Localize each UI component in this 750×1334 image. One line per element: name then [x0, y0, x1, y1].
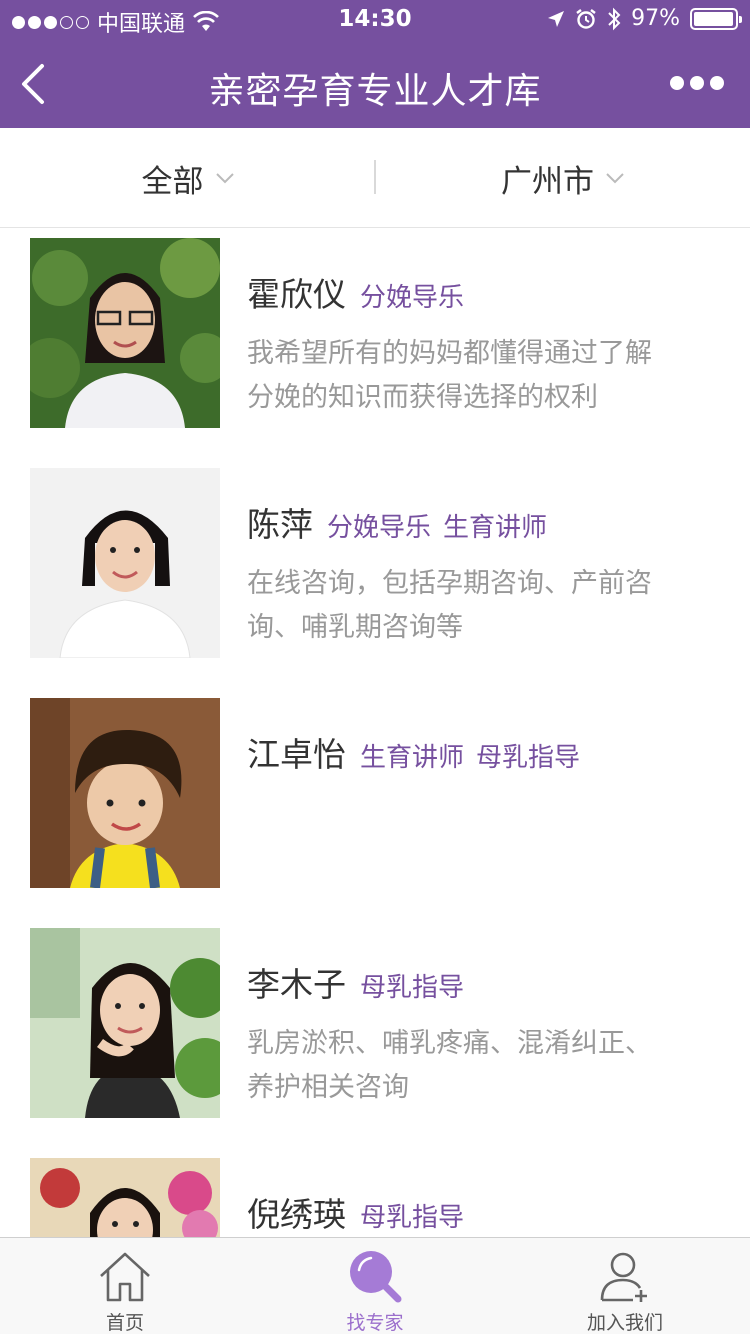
- location-arrow-icon: [548, 10, 565, 27]
- expert-card[interactable]: 江卓怡 生育讲师 母乳指导: [0, 698, 750, 888]
- expert-list: 霍欣仪 分娩导乐 我希望所有的妈妈都懂得通过了解 分娩的知识而获得选择的权利 陈…: [0, 229, 750, 1237]
- battery-icon: [690, 7, 742, 30]
- alarm-icon: [576, 8, 596, 29]
- chevron-down-icon: [215, 173, 234, 184]
- expert-name: 陈萍: [247, 505, 313, 544]
- city-filter-label: 广州市: [501, 163, 594, 200]
- page-title: 亲密孕育专业人才库: [208, 71, 542, 112]
- expert-avatar: [30, 1158, 220, 1237]
- tab-find-expert-label: 找专家: [346, 1312, 404, 1334]
- expert-tag: 母乳指导: [360, 1203, 465, 1233]
- expert-tag: 生育讲师: [443, 513, 548, 543]
- battery-percent: 97%: [631, 6, 680, 31]
- description-line: 询、哺乳期咨询等: [247, 612, 463, 643]
- bluetooth-icon: [608, 7, 621, 30]
- nav-bar: 亲密孕育专业人才库: [0, 40, 750, 128]
- tab-home[interactable]: 首页: [0, 1238, 250, 1334]
- expert-tag: 生育讲师: [360, 743, 465, 773]
- filter-bar: 全部 广州市: [0, 128, 750, 228]
- expert-card[interactable]: 霍欣仪 分娩导乐 我希望所有的妈妈都懂得通过了解 分娩的知识而获得选择的权利: [0, 238, 750, 428]
- expert-name: 倪绣瑛: [247, 1195, 346, 1234]
- description-line: 分娩的知识而获得选择的权利: [247, 382, 598, 413]
- description-line: 我希望所有的妈妈都懂得通过了解: [247, 338, 652, 369]
- expert-card[interactable]: 李木子 母乳指导 乳房淤积、哺乳疼痛、混淆纠正、 养护相关咨询: [0, 928, 750, 1118]
- tab-find-expert[interactable]: 找专家: [250, 1238, 500, 1334]
- search-icon: [350, 1251, 402, 1303]
- top-bar: 中国联通 14:30 97% 亲密孕育专业人才库: [0, 0, 750, 128]
- tab-join-us[interactable]: 加入我们: [500, 1238, 750, 1334]
- expert-tag: 母乳指导: [476, 743, 581, 773]
- description-line: 乳房淤积、哺乳疼痛、混淆纠正、: [247, 1028, 652, 1059]
- expert-description: 乳房淤积、哺乳疼痛、混淆纠正、 养护相关咨询: [247, 1022, 717, 1110]
- expert-tag: 分娩导乐: [360, 283, 465, 313]
- expert-tag: 母乳指导: [360, 973, 465, 1003]
- expert-avatar: [30, 468, 220, 658]
- status-bar: 中国联通 14:30 97%: [0, 0, 750, 40]
- expert-avatar: [30, 698, 220, 888]
- add-user-icon: [600, 1252, 647, 1302]
- expert-tag: 分娩导乐: [327, 513, 432, 543]
- tab-home-label: 首页: [105, 1312, 144, 1334]
- description-line: 养护相关咨询: [247, 1072, 409, 1103]
- home-icon: [100, 1252, 150, 1302]
- tab-bar: 首页 找专家 加入我们: [0, 1237, 750, 1334]
- expert-name: 江卓怡: [247, 735, 346, 774]
- description-line: 在线咨询，包括孕期咨询、产前咨: [247, 568, 652, 599]
- tab-join-us-label: 加入我们: [586, 1312, 663, 1334]
- expert-card[interactable]: 倪绣瑛 母乳指导: [0, 1158, 750, 1237]
- expert-card[interactable]: 陈萍 分娩导乐 生育讲师 在线咨询，包括孕期咨询、产前咨 询、哺乳期咨询等: [0, 468, 750, 658]
- expert-description: 在线咨询，包括孕期咨询、产前咨 询、哺乳期咨询等: [247, 562, 717, 650]
- expert-name: 霍欣仪: [247, 275, 346, 314]
- chevron-down-icon: [606, 173, 624, 184]
- expert-avatar: [30, 928, 220, 1118]
- expert-avatar: [30, 238, 220, 428]
- category-filter-label: 全部: [141, 163, 204, 200]
- city-filter[interactable]: 广州市: [375, 128, 750, 228]
- expert-description: 我希望所有的妈妈都懂得通过了解 分娩的知识而获得选择的权利: [247, 332, 717, 420]
- category-filter[interactable]: 全部: [0, 128, 375, 228]
- expert-name: 李木子: [247, 965, 346, 1004]
- more-options-icon[interactable]: [670, 76, 724, 90]
